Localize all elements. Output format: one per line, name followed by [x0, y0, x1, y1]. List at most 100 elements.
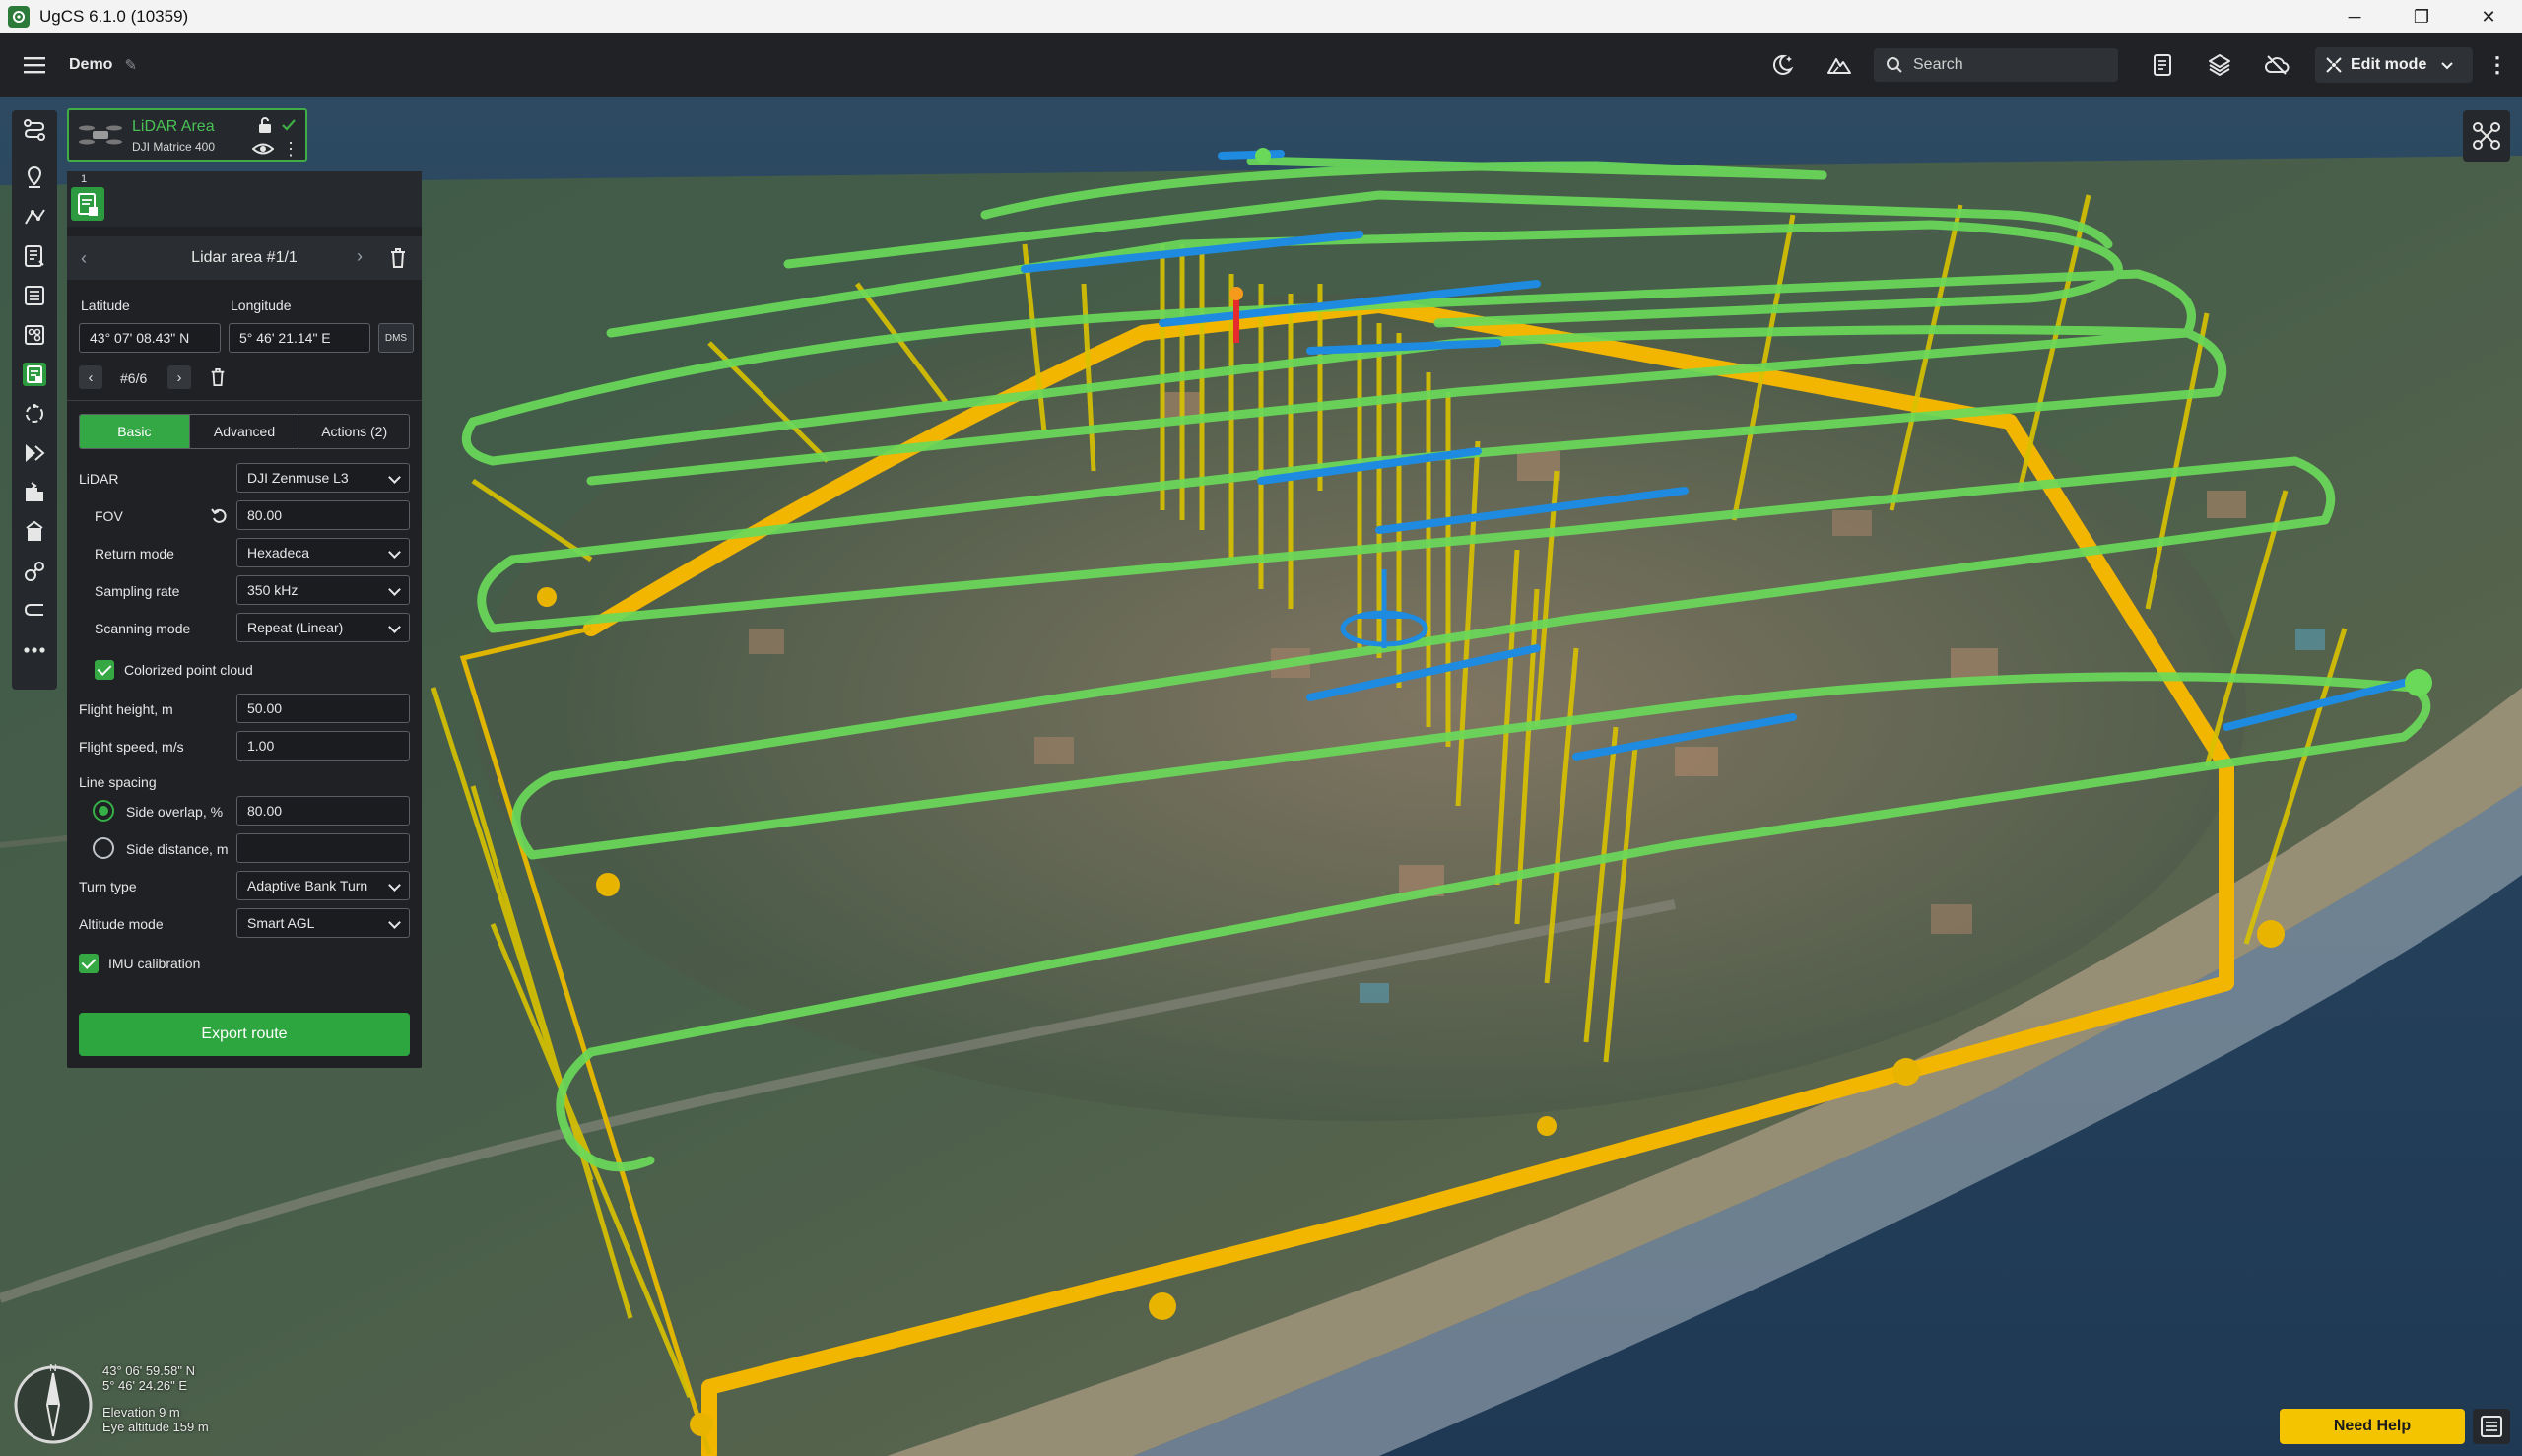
flight-height-input[interactable]: 50.00 [236, 694, 410, 723]
reset-fov-icon[interactable] [210, 506, 230, 526]
colorized-point-cloud-checkbox[interactable] [95, 660, 114, 680]
altitude-mode-label: Altitude mode [79, 916, 164, 932]
return-mode-select[interactable]: Hexadeca [236, 538, 410, 567]
export-route-button[interactable]: Export route [79, 1013, 410, 1056]
line-spacing-label: Line spacing [79, 774, 157, 790]
dms-toggle-button[interactable]: DMS [378, 323, 414, 353]
return-mode-label: Return mode [95, 546, 174, 562]
polyline-icon[interactable] [12, 197, 57, 236]
longitude-input[interactable]: 5° 46' 21.14" E [229, 323, 370, 353]
minimize-button[interactable]: ─ [2321, 0, 2388, 33]
scanning-mode-label: Scanning mode [95, 621, 191, 636]
chevron-left-icon[interactable]: ‹ [81, 248, 100, 268]
fov-input[interactable]: 80.00 [236, 500, 410, 530]
compass-icon[interactable]: N [10, 1361, 97, 1448]
route-more-icon[interactable]: ⋮ [282, 138, 299, 160]
next-vertex-button[interactable]: › [167, 365, 191, 389]
more-tools-icon[interactable] [12, 630, 57, 670]
eye-altitude: Eye altitude 159 m [102, 1420, 209, 1434]
night-mode-icon[interactable] [1754, 33, 1811, 97]
cloud-icon[interactable] [2248, 33, 2305, 97]
search-input[interactable] [1913, 56, 2100, 74]
need-help-button[interactable]: Need Help [2280, 1409, 2465, 1444]
colorized-point-cloud-label: Colorized point cloud [124, 662, 253, 678]
route-vehicle: DJI Matrice 400 [132, 140, 216, 154]
search-icon [1887, 57, 1902, 73]
hamburger-icon[interactable] [0, 33, 69, 97]
turn-type-label: Turn type [79, 879, 137, 894]
circle-route-icon[interactable] [12, 394, 57, 433]
drone-command-icon [2473, 122, 2500, 150]
tab-basic[interactable]: Basic [80, 415, 190, 448]
window-title: UgCS 6.1.0 (10359) [39, 7, 189, 26]
tab-actions[interactable]: Actions (2) [299, 415, 409, 448]
route-tools-icon[interactable] [12, 110, 57, 150]
turn-type-select[interactable]: Adaptive Bank Turn [236, 871, 410, 900]
svg-text:N: N [49, 1363, 56, 1374]
edit-mode-icon [2326, 57, 2342, 73]
delete-segment-icon[interactable] [388, 247, 408, 269]
cursor-coordinates: 43° 06' 59.58" N 5° 46' 24.26" E Elevati… [102, 1363, 209, 1434]
report-icon[interactable] [2134, 33, 2191, 97]
cursor-latitude: 43° 06' 59.58" N [102, 1363, 195, 1378]
building-scan-icon[interactable] [12, 473, 57, 512]
project-name[interactable]: Demo [69, 56, 112, 74]
route-end-point[interactable] [2405, 669, 2432, 696]
route-card[interactable]: LiDAR Area DJI Matrice 400 ⋮ [67, 108, 307, 162]
layers-icon[interactable] [2191, 33, 2248, 97]
more-options-icon[interactable]: ⋮ [2473, 33, 2522, 97]
side-overlap-input[interactable]: 80.00 [236, 796, 410, 826]
imu-calibration-checkbox[interactable] [79, 954, 99, 973]
side-overlap-label: Side overlap, % [126, 804, 224, 820]
settings-tabs: Basic Advanced Actions (2) [79, 414, 410, 449]
segment-editor-panel: 1 Lidar area #1/1 ‹ › Latitude Longitude… [67, 171, 422, 1068]
side-distance-label: Side distance, m [126, 841, 229, 857]
drone-command-button[interactable] [2463, 110, 2510, 162]
sampling-rate-label: Sampling rate [95, 583, 180, 599]
check-icon [282, 119, 296, 131]
altitude-mode-select[interactable]: Smart AGL [236, 908, 410, 938]
flight-height-label: Flight height, m [79, 701, 173, 717]
side-distance-input[interactable] [236, 833, 410, 863]
imu-calibration-label: IMU calibration [108, 956, 201, 971]
edit-project-name-icon[interactable]: ✎ [124, 56, 137, 74]
side-distance-radio[interactable] [93, 837, 114, 859]
side-overlap-radio[interactable] [93, 800, 114, 822]
orbit-icon[interactable] [12, 552, 57, 591]
return-path-icon[interactable] [12, 591, 57, 630]
delete-vertex-icon[interactable] [209, 367, 227, 387]
maximize-button[interactable]: ❐ [2388, 0, 2455, 33]
latitude-label: Latitude [81, 298, 130, 313]
tower-scan-icon[interactable] [12, 512, 57, 552]
prev-vertex-button[interactable]: ‹ [79, 365, 102, 389]
flight-speed-input[interactable]: 1.00 [236, 731, 410, 761]
segment-number: 1 [81, 173, 88, 185]
photogrammetry-icon[interactable] [12, 276, 57, 315]
sampling-rate-select[interactable]: 350 kHz [236, 575, 410, 605]
facade-scan-icon[interactable] [12, 315, 57, 355]
area-scan-icon[interactable] [12, 236, 57, 276]
edit-mode-dropdown[interactable]: Edit mode [2315, 47, 2473, 83]
close-window-button[interactable]: ✕ [2455, 0, 2522, 33]
latitude-input[interactable]: 43° 07' 08.43" N [79, 323, 221, 353]
vertex-counter: #6/6 [120, 370, 148, 386]
chevron-right-icon[interactable]: › [357, 246, 376, 266]
app-toolbar: Demo ✎ Edit mode ⋮ [0, 33, 2522, 97]
search-box[interactable] [1874, 48, 2118, 82]
longitude-label: Longitude [231, 298, 292, 313]
waypoint-icon[interactable] [12, 158, 57, 197]
tool-rail [12, 110, 57, 690]
route-start-point[interactable] [1255, 148, 1271, 164]
window-titlebar: UgCS 6.1.0 (10359) ─ ❐ ✕ [0, 0, 2522, 33]
edit-mode-label: Edit mode [2351, 56, 2427, 73]
terrain-icon[interactable] [1811, 33, 1868, 97]
log-button[interactable] [2473, 1409, 2510, 1444]
lidar-select[interactable]: DJI Zenmuse L3 [236, 463, 410, 493]
tab-advanced[interactable]: Advanced [190, 415, 300, 448]
lidar-area-icon[interactable] [12, 355, 57, 394]
visibility-eye-icon[interactable] [252, 140, 274, 158]
scanning-mode-select[interactable]: Repeat (Linear) [236, 613, 410, 642]
unlock-icon[interactable] [256, 116, 274, 134]
corridor-icon[interactable] [12, 433, 57, 473]
lidar-segment-icon[interactable] [71, 187, 104, 221]
